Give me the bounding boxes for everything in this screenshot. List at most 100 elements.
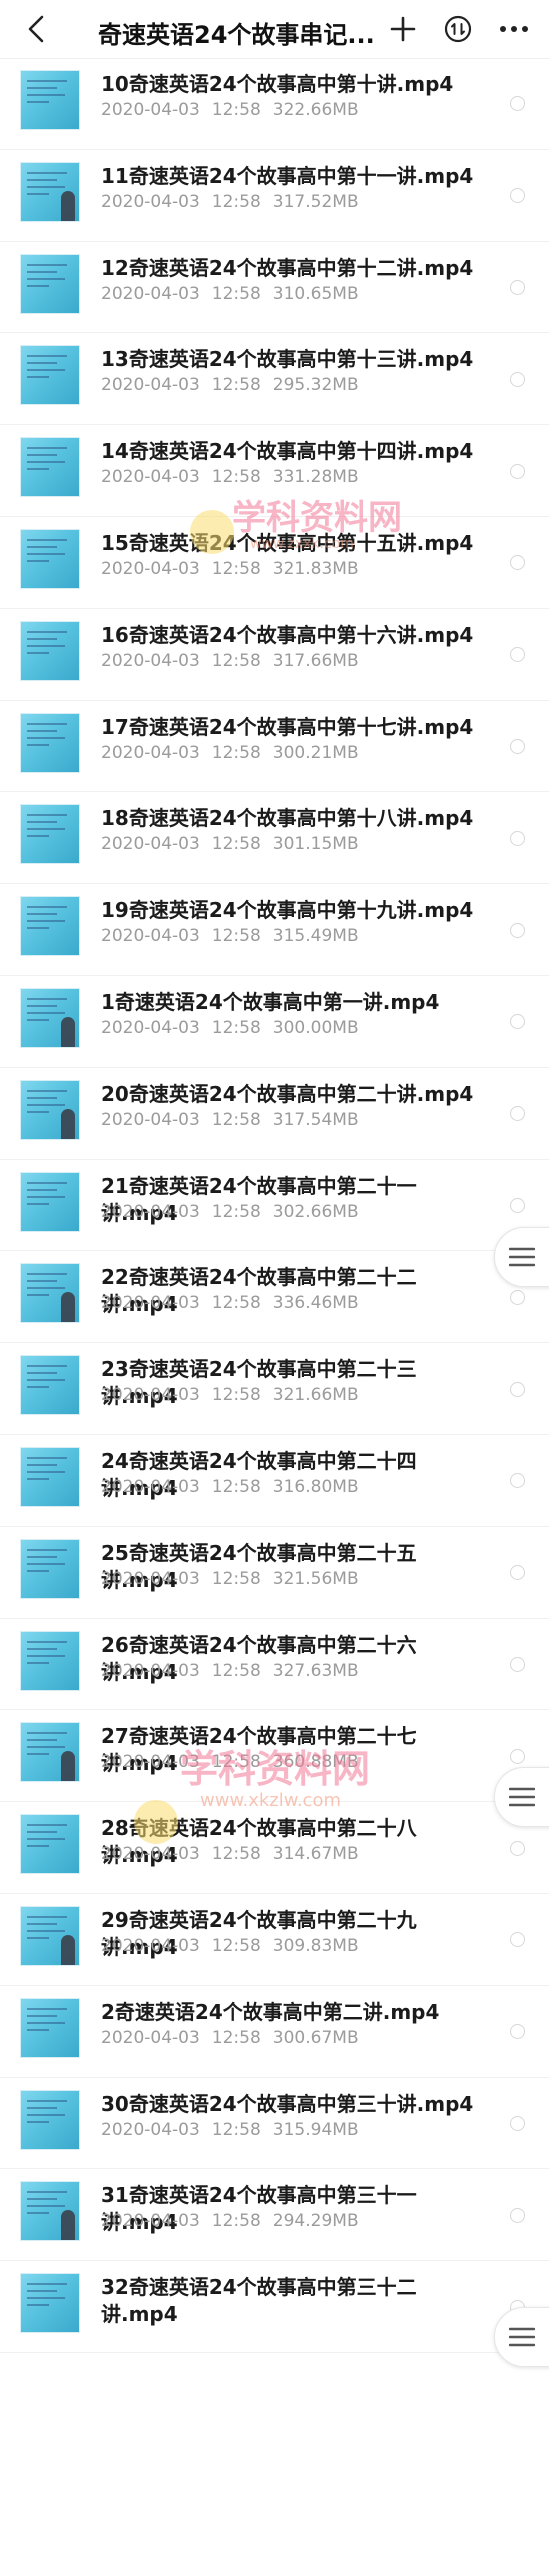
file-time: 12:58 [211, 375, 261, 396]
select-radio[interactable] [510, 922, 525, 938]
video-thumbnail [20, 253, 80, 314]
more-dots-icon [500, 26, 528, 32]
select-radio[interactable] [510, 1381, 525, 1397]
file-name: 1奇速英语24个故事高中第一讲.mp4 [101, 989, 440, 1014]
file-row[interactable]: 13奇速英语24个故事高中第十三讲.mp4 2020-04-03 12:58 295.… [0, 333, 549, 426]
select-radio[interactable] [510, 371, 525, 387]
file-time: 12:58 [211, 742, 261, 763]
video-thumbnail [20, 1630, 80, 1691]
select-radio[interactable] [510, 738, 525, 754]
file-row[interactable]: 18奇速英语24个故事高中第十八讲.mp4 2020-04-03 12:58 301.… [0, 792, 549, 885]
file-size: 314.67MB [272, 1844, 359, 1865]
hamburger-menu-icon [509, 1787, 535, 1807]
file-row[interactable]: 15奇速英语24个故事高中第十五讲.mp4 2020-04-03 12:58 321.… [0, 517, 549, 609]
select-radio[interactable] [510, 1289, 525, 1305]
file-row[interactable]: 21奇速英语24个故事高中第二十一讲.mp4 2020-04-03 12:58 302… [0, 1160, 549, 1252]
file-size: 321.83MB [272, 558, 359, 579]
file-size: 360.88MB [272, 1752, 359, 1773]
file-date: 2020-04-03 [101, 1660, 200, 1681]
select-radio[interactable] [510, 1197, 525, 1213]
file-row[interactable]: 2奇速英语24个故事高中第二讲.mp4 2020-04-03 12:58 300.67… [0, 1986, 549, 2078]
back-button[interactable] [14, 0, 58, 58]
file-row[interactable]: 14奇速英语24个故事高中第十四讲.mp4 2020-04-03 12:58 331.… [0, 425, 549, 517]
file-name: 17奇速英语24个故事高中第十七讲.mp4 [101, 714, 474, 739]
file-time: 12:58 [211, 1752, 261, 1773]
video-thumbnail [20, 1446, 80, 1507]
file-row[interactable]: 16奇速英语24个故事高中第十六讲.mp4 2020-04-03 12:58 317.… [0, 609, 549, 701]
file-row[interactable]: 19奇速英语24个故事高中第十九讲.mp4 2020-04-03 12:58 315.… [0, 884, 549, 976]
select-radio[interactable] [510, 1840, 525, 1856]
file-row[interactable]: 27奇速英语24个故事高中第二十七讲.mp4 2020-04-03 12:58 360… [0, 1710, 549, 1803]
video-thumbnail [20, 345, 80, 406]
select-radio[interactable] [510, 1932, 525, 1948]
file-date: 2020-04-03 [101, 1935, 200, 1956]
file-row[interactable]: 24奇速英语24个故事高中第二十四讲.mp4 2020-04-03 12:58 316… [0, 1435, 549, 1527]
file-size: 301.15MB [272, 834, 359, 855]
video-thumbnail [20, 161, 80, 222]
file-time: 12:58 [211, 1201, 261, 1222]
file-row[interactable]: 28奇速英语24个故事高中第二十八讲.mp4 2020-04-03 12:58 314… [0, 1802, 549, 1894]
floating-menu-button[interactable] [494, 2307, 549, 2367]
file-row[interactable]: 23奇速英语24个故事高中第二十三讲.mp4 2020-04-03 12:58 321… [0, 1343, 549, 1435]
file-meta: 2020-04-03 12:58 360.88MB [101, 1752, 359, 1772]
file-size: 317.54MB [272, 1109, 359, 1130]
file-row[interactable]: 25奇速英语24个故事高中第二十五讲.mp4 2020-04-03 12:58 321… [0, 1527, 549, 1619]
file-row[interactable]: 29奇速英语24个故事高中第二十九讲.mp4 2020-04-03 12:58 309… [0, 1894, 549, 1986]
file-row[interactable]: 10奇速英语24个故事高中第十讲.mp4 2020-04-03 12:58 322.6… [0, 58, 549, 150]
file-row[interactable]: 20奇速英语24个故事高中第二十讲.mp4 2020-04-03 12:58 317.… [0, 1068, 549, 1160]
file-row[interactable]: 1奇速英语24个故事高中第一讲.mp4 2020-04-03 12:58 300.00… [0, 976, 549, 1068]
video-thumbnail [20, 1722, 80, 1783]
select-radio[interactable] [510, 1748, 525, 1764]
sort-button[interactable] [433, 0, 483, 58]
floating-menu-button[interactable] [494, 1227, 549, 1287]
hamburger-menu-icon [509, 1247, 535, 1267]
file-size: 295.32MB [272, 375, 359, 396]
select-radio[interactable] [510, 2115, 525, 2131]
file-size: 300.67MB [272, 2027, 359, 2048]
file-row[interactable]: 32奇速英语24个故事高中第三十二讲.mp4 [0, 2261, 549, 2353]
file-time: 12:58 [211, 467, 261, 488]
select-radio[interactable] [510, 2024, 525, 2040]
video-thumbnail [20, 1997, 80, 2058]
file-size: 294.29MB [272, 2211, 359, 2232]
file-time: 12:58 [211, 1568, 261, 1589]
file-row[interactable]: 11奇速英语24个故事高中第十一讲.mp4 2020-04-03 12:58 317.… [0, 150, 549, 242]
select-radio[interactable] [510, 2207, 525, 2223]
select-radio[interactable] [510, 1565, 525, 1581]
file-row[interactable]: 30奇速英语24个故事高中第三十讲.mp4 2020-04-03 12:58 315.… [0, 2078, 549, 2170]
select-radio[interactable] [510, 463, 525, 479]
select-radio[interactable] [510, 1014, 525, 1030]
select-radio[interactable] [510, 1106, 525, 1122]
more-button[interactable] [484, 0, 544, 58]
file-row[interactable]: 26奇速英语24个故事高中第二十六讲.mp4 2020-04-03 12:58 327… [0, 1619, 549, 1711]
select-radio[interactable] [510, 647, 525, 663]
file-time: 12:58 [211, 1109, 261, 1130]
file-date: 2020-04-03 [101, 100, 200, 120]
file-date: 2020-04-03 [101, 650, 200, 671]
select-radio[interactable] [510, 830, 525, 846]
top-bar: 奇速英语24个故事串记... [0, 0, 549, 59]
floating-menu-button[interactable] [494, 1767, 549, 1827]
file-time: 12:58 [211, 2027, 261, 2048]
select-radio[interactable] [510, 279, 525, 295]
file-row[interactable]: 12奇速英语24个故事高中第十二讲.mp4 2020-04-03 12:58 310.… [0, 242, 549, 334]
select-radio[interactable] [510, 1473, 525, 1489]
file-name: 2奇速英语24个故事高中第二讲.mp4 [101, 1999, 440, 2024]
file-size: 315.94MB [272, 2119, 359, 2140]
file-size: 300.21MB [272, 742, 359, 763]
file-size: 310.65MB [272, 283, 359, 304]
video-thumbnail [20, 2181, 80, 2242]
select-radio[interactable] [510, 1656, 525, 1672]
select-radio[interactable] [510, 555, 525, 571]
file-size: 316.80MB [272, 1476, 359, 1497]
file-row[interactable]: 22奇速英语24个故事高中第二十二讲.mp4 2020-04-03 12:58 336… [0, 1251, 549, 1344]
select-radio[interactable] [510, 96, 525, 112]
file-row[interactable]: 31奇速英语24个故事高中第三十一讲.mp4 2020-04-03 12:58 294… [0, 2169, 549, 2262]
select-radio[interactable] [510, 188, 525, 204]
chevron-left-icon [28, 15, 44, 43]
file-meta: 2020-04-03 12:58 315.49MB [101, 926, 359, 946]
file-size: 302.66MB [272, 1201, 359, 1222]
add-button[interactable] [378, 0, 428, 58]
video-thumbnail [20, 1355, 80, 1416]
file-row[interactable]: 17奇速英语24个故事高中第十七讲.mp4 2020-04-03 12:58 300.… [0, 701, 549, 793]
